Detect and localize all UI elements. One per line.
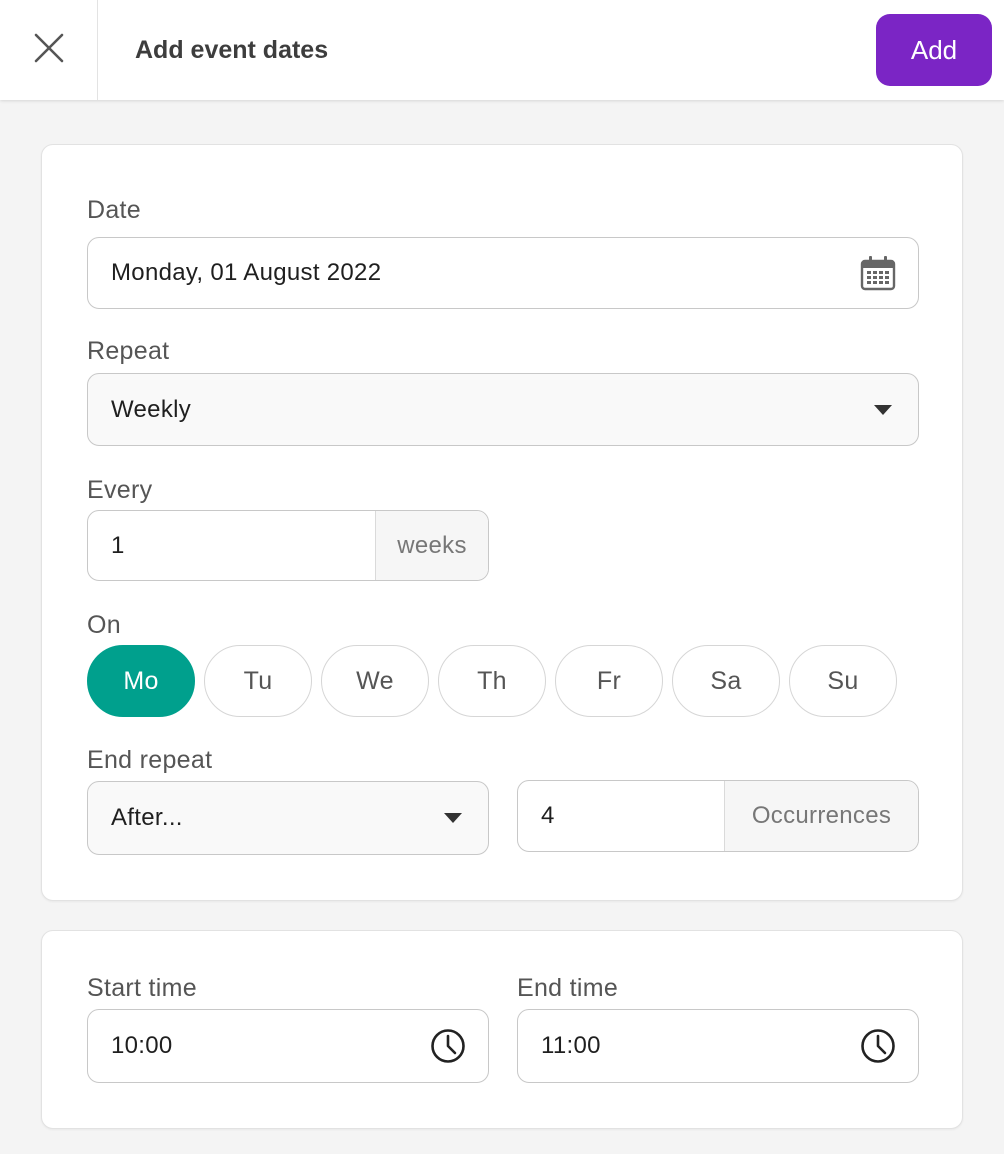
- date-label: Date: [87, 196, 142, 224]
- start-time-field[interactable]: 10:00: [87, 1009, 489, 1083]
- end-time-label: End time: [517, 974, 619, 1002]
- end-repeat-select[interactable]: After...: [87, 781, 489, 855]
- repeat-label: Repeat: [87, 337, 170, 365]
- end-time-value: 11:00: [541, 1032, 601, 1059]
- every-value: 1: [111, 531, 125, 559]
- occurrences-unit: Occurrences: [724, 781, 918, 851]
- end-repeat-value: After...: [111, 804, 183, 831]
- end-repeat-label: End repeat: [87, 746, 213, 774]
- page-title: Add event dates: [135, 36, 329, 64]
- every-label: Every: [87, 476, 153, 504]
- chevron-down-icon: [874, 404, 892, 415]
- end-time-field[interactable]: 11:00: [517, 1009, 919, 1083]
- clock-icon[interactable]: [860, 1028, 896, 1064]
- every-unit: weeks: [375, 511, 488, 580]
- every-input[interactable]: 1 weeks: [87, 510, 489, 581]
- occurrences-input[interactable]: 4 Occurrences: [517, 780, 919, 852]
- start-time-value: 10:00: [111, 1032, 173, 1059]
- add-button[interactable]: Add: [876, 14, 992, 86]
- repeat-value: Weekly: [111, 395, 192, 423]
- recurrence-card: Date Monday, 01 August 2022 Repeat Weekl…: [41, 144, 963, 901]
- start-time-label: Start time: [87, 974, 197, 1002]
- on-label: On: [87, 611, 121, 639]
- date-field[interactable]: Monday, 01 August 2022: [87, 237, 919, 309]
- day-toggle-su[interactable]: Su: [789, 645, 897, 717]
- day-toggle-tu[interactable]: Tu: [204, 645, 312, 717]
- day-toggle-th[interactable]: Th: [438, 645, 546, 717]
- close-button[interactable]: [0, 0, 98, 100]
- repeat-select[interactable]: Weekly: [87, 373, 919, 446]
- day-toggle-we[interactable]: We: [321, 645, 429, 717]
- close-icon: [33, 32, 65, 69]
- day-toggle-mo[interactable]: Mo: [87, 645, 195, 717]
- top-bar: Add event dates Add: [0, 0, 1004, 100]
- chevron-down-icon: [444, 813, 462, 823]
- day-toggle-sa[interactable]: Sa: [672, 645, 780, 717]
- clock-icon[interactable]: [430, 1028, 466, 1064]
- time-card: Start time 10:00 End time 11:00: [41, 930, 963, 1129]
- calendar-icon[interactable]: [860, 255, 896, 291]
- occurrences-value: 4: [541, 802, 555, 829]
- date-value: Monday, 01 August 2022: [111, 259, 382, 286]
- day-toggle-fr[interactable]: Fr: [555, 645, 663, 717]
